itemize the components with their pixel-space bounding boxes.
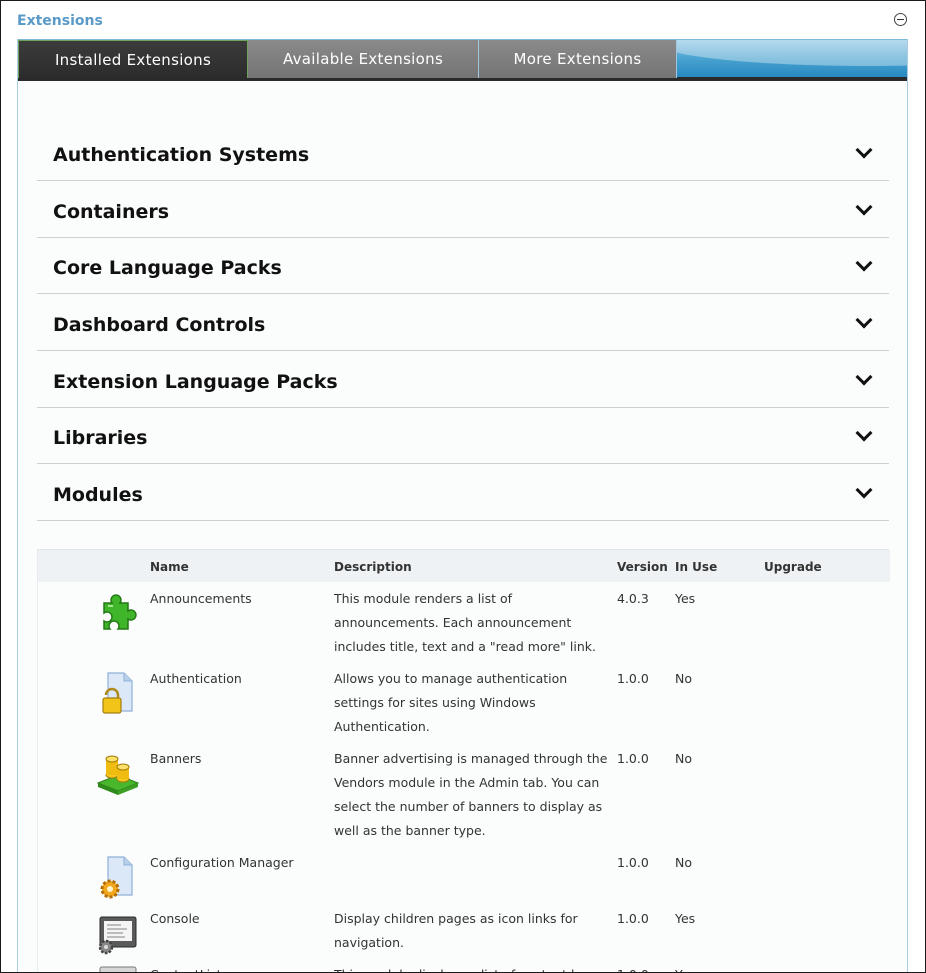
header-upgrade[interactable]: Upgrade [764,560,822,574]
module-in-use: No [675,751,692,766]
tab-available-extensions[interactable]: Available Extensions [248,40,479,78]
module-description: Allows you to manage authentication sett… [334,671,568,734]
table-header: Name Description Version In Use Upgrade [38,550,890,582]
section-authentication-systems[interactable]: Authentication Systems [37,124,889,181]
section-label: Extension Language Packs [53,371,338,393]
lock-document-icon [94,669,142,717]
gear-document-icon [94,853,142,901]
section-extension-language-packs[interactable]: Extension Language Packs [37,351,889,408]
module-in-use: Yes [675,591,696,606]
coins-stack-icon [94,749,142,797]
chevron-down-icon[interactable] [857,316,871,330]
module-description: This module displays a list of content b… [334,963,614,972]
panel-title: Extensions [17,13,103,29]
module-version: 1.0.0 [617,911,649,926]
module-version: 4.0.3 [617,591,649,606]
section-label: Libraries [53,427,148,449]
extensions-box: Installed Extensions Available Extension… [17,39,908,972]
module-name[interactable]: Authentication [150,667,330,691]
header-in-use[interactable]: In Use [675,560,717,574]
content-list-icon [94,965,142,972]
modules-table: Name Description Version In Use Upgrade … [37,549,890,972]
section-label: Authentication Systems [53,144,310,166]
module-name[interactable]: Banners [150,747,330,771]
chevron-down-icon[interactable] [857,259,871,273]
module-name[interactable]: Announcements [150,587,330,611]
chevron-down-icon[interactable] [857,429,871,443]
module-description: Banner advertising is managed through th… [334,751,608,838]
module-in-use: Yes [675,911,696,926]
tab-bar: Installed Extensions Available Extension… [18,39,907,81]
console-screen-icon [94,909,142,957]
header-description[interactable]: Description [334,560,412,574]
header-name[interactable]: Name [150,560,189,574]
module-version: 1.0.0 [617,671,649,686]
tab-more-extensions[interactable]: More Extensions [479,40,677,78]
module-version: 1.0.0 [617,855,649,870]
header-version[interactable]: Version [617,560,668,574]
section-modules[interactable]: Modules [37,464,889,521]
puzzle-piece-icon [94,589,142,637]
collapse-icon[interactable] [894,13,907,26]
module-name[interactable]: ContentList [150,963,330,972]
module-in-use: No [675,671,692,686]
section-label: Modules [53,484,143,506]
section-dashboard-controls[interactable]: Dashboard Controls [37,294,889,351]
section-label: Dashboard Controls [53,314,266,336]
tab-installed-extensions[interactable]: Installed Extensions [18,40,248,78]
chevron-down-icon[interactable] [857,146,871,160]
chevron-down-icon[interactable] [857,203,871,217]
module-description: This module renders a list of announceme… [334,591,596,654]
module-version: 1.0.0 [617,963,667,972]
section-containers[interactable]: Containers [37,181,889,238]
extensions-window: Extensions Installed Extensions Availabl… [0,0,926,973]
module-description: Display children pages as icon links for… [334,911,578,950]
module-in-use: No [675,855,692,870]
module-name[interactable]: Configuration Manager [150,851,330,875]
section-core-language-packs[interactable]: Core Language Packs [37,237,889,294]
chevron-down-icon[interactable] [857,486,871,500]
chevron-down-icon[interactable] [857,373,871,387]
section-label: Containers [53,201,170,223]
module-in-use: Yes [675,963,735,972]
section-libraries[interactable]: Libraries [37,407,889,464]
module-version: 1.0.0 [617,751,649,766]
module-name[interactable]: Console [150,907,330,931]
section-label: Core Language Packs [53,257,282,279]
